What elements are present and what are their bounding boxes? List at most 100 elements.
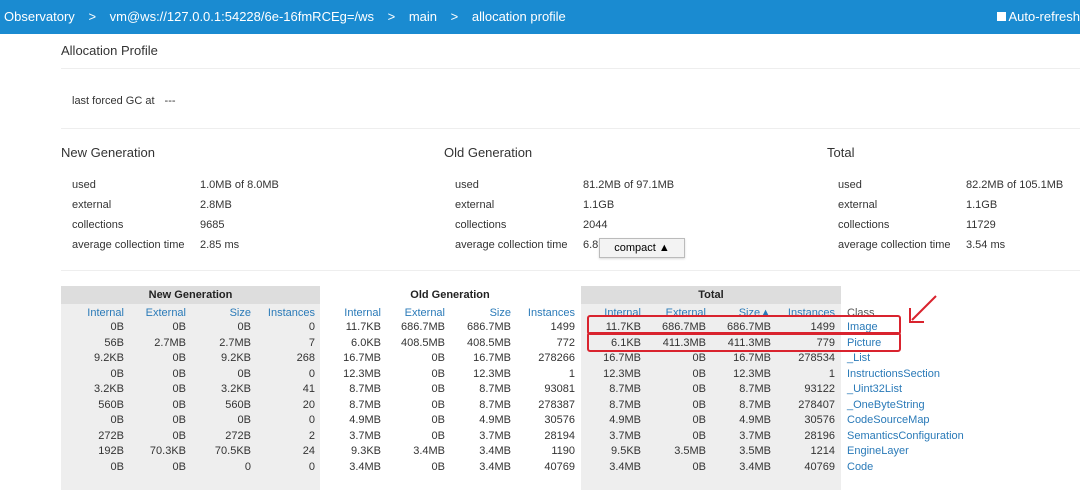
table-cell: 70.3KB — [149, 445, 186, 457]
auto-refresh-toggle[interactable]: Auto-refresh — [997, 9, 1080, 24]
table-cell: 0B — [110, 414, 124, 426]
table-cell: 8.7MB — [739, 383, 771, 395]
table-cell: 408.5MB — [466, 336, 511, 349]
table-cell: 41 — [302, 383, 315, 395]
column-header-2[interactable]: Size — [191, 306, 251, 320]
auto-refresh-checkbox[interactable] — [997, 12, 1007, 21]
table-row: 192B 70.3KB 70.5KB 24 9.3KB 3.4MB 3.4MB 1190 9.5… — [0, 444, 1080, 460]
table-row: 3.2KB 0B 3.2KB 41 8.7MB 0B 8.7MB 93081 8.7MB 0B 8.… — [0, 382, 1080, 398]
table-cell: 272B — [225, 429, 251, 442]
group-header-old-generation: Old Generation — [321, 286, 579, 304]
table-cell: 0 — [308, 321, 315, 333]
stat-value: 2044 — [583, 219, 608, 231]
class-link[interactable]: _List — [847, 351, 870, 366]
table-cell: 2.7MB — [219, 336, 251, 349]
class-link[interactable]: _OneByteString — [847, 398, 925, 413]
table-cell: 0 — [308, 367, 315, 380]
breadcrumb-current[interactable]: allocation profile — [472, 9, 566, 24]
column-header-3[interactable]: Instances — [255, 306, 315, 320]
table-cell: 0B — [110, 321, 124, 333]
table-cell: 93081 — [544, 383, 575, 395]
stat-value: 81.2MB of 97.1MB — [583, 179, 675, 191]
table-cell: 4.9MB — [739, 414, 771, 426]
breadcrumb-vm[interactable]: vm@ws://127.0.0.1:54228/6e-16fmRCEg=/ws — [110, 9, 374, 24]
class-link[interactable]: Code — [847, 460, 873, 475]
table-cell: 3.4MB — [479, 460, 511, 473]
table-cell: 268 — [296, 352, 315, 364]
table-cell: 0 — [244, 460, 251, 473]
stat-value: 2.85 ms — [200, 239, 240, 251]
stat-label: average collection time — [72, 239, 185, 251]
table-cell: 12.3MB — [733, 367, 771, 380]
table-cell: 0B — [692, 414, 706, 426]
table-cell: 278534 — [798, 352, 835, 364]
table-cell: 278407 — [798, 398, 835, 411]
class-link[interactable]: InstructionsSection — [847, 367, 940, 382]
stat-value: 1.1GB — [583, 199, 615, 211]
table-cell: 12.3MB — [473, 367, 511, 380]
column-header-5[interactable]: External — [385, 306, 445, 320]
stat-value: 1.1GB — [966, 199, 998, 211]
table-cell: 0B — [431, 367, 445, 380]
class-link[interactable]: EngineLayer — [847, 444, 909, 459]
table-cell: 11.7KB — [345, 321, 381, 333]
last-gc-value: --- — [164, 95, 176, 107]
breadcrumb-separator: > — [450, 9, 459, 24]
table-cell: 3.4MB — [413, 445, 445, 457]
highlight-box-picture — [587, 332, 901, 352]
divider — [61, 128, 1080, 129]
table-cell: 3.5MB — [674, 445, 706, 457]
stat-label: external — [838, 199, 878, 211]
table-cell: 30576 — [804, 414, 835, 426]
breadcrumb-observatory[interactable]: Observatory — [4, 9, 75, 24]
class-link[interactable]: CodeSourceMap — [847, 413, 930, 428]
divider — [61, 270, 1080, 271]
table-cell: 16.7MB — [603, 352, 641, 364]
column-header-0[interactable]: Internal — [64, 306, 124, 320]
breadcrumb-isolate[interactable]: main — [409, 9, 437, 24]
table-cell: 0B — [692, 429, 706, 442]
table-cell: 24 — [302, 445, 315, 457]
breadcrumb-separator: > — [387, 9, 396, 24]
table-cell: 3.7MB — [739, 429, 771, 442]
annotation-arrow-icon — [909, 295, 937, 323]
column-header-6[interactable]: Size — [451, 306, 511, 320]
old-generation-title: Old Generation — [444, 145, 533, 160]
table-cell: 0B — [237, 414, 251, 426]
table-cell: 686.7MB — [466, 321, 511, 333]
column-header-1[interactable]: External — [126, 306, 186, 320]
compact-button[interactable]: compact ▲ — [599, 238, 685, 258]
table-cell: 0B — [110, 367, 124, 380]
total-title: Total — [827, 145, 855, 160]
table-cell: 0 — [308, 414, 315, 426]
table-cell: 3.4MB — [609, 460, 641, 473]
auto-refresh-label: Auto-refresh — [1008, 9, 1080, 24]
table-cell: 70.5KB — [214, 445, 251, 457]
divider — [61, 68, 1080, 69]
table-row: 0B 0B 0B 0 4.9MB 0B 4.9MB 30576 4.9MB 0B 4.9MB 3057… — [0, 413, 1080, 429]
stat-label: collections — [838, 219, 890, 231]
table-cell: 12.3MB — [603, 367, 641, 380]
stat-value: 3.54 ms — [966, 239, 1006, 251]
table-cell: 0B — [692, 398, 706, 411]
stat-value: 1.0MB of 8.0MB — [200, 179, 279, 191]
table-cell: 8.7MB — [479, 398, 511, 411]
table-cell: 408.5MB — [400, 336, 445, 349]
column-header-4[interactable]: Internal — [321, 306, 381, 320]
table-cell: 8.7MB — [739, 398, 771, 411]
table-cell: 0B — [692, 352, 706, 364]
group-header-total: Total — [581, 286, 841, 304]
stat-label: collections — [455, 219, 507, 231]
stat-value: 11729 — [966, 219, 996, 231]
table-cell: 0B — [172, 398, 186, 411]
table-cell: 3.4MB — [739, 460, 771, 473]
breadcrumb-separator: > — [88, 9, 97, 24]
stat-value: 82.2MB of 105.1MB — [966, 179, 1064, 191]
class-link[interactable]: _Uint32List — [847, 382, 902, 397]
table-cell: 2.7MB — [154, 336, 186, 349]
class-link[interactable]: SemanticsConfiguration — [847, 429, 964, 444]
table-cell: 28196 — [804, 429, 835, 442]
stat-label: external — [455, 199, 495, 211]
column-header-7[interactable]: Instances — [515, 306, 575, 320]
page-title: Allocation Profile — [61, 43, 158, 58]
